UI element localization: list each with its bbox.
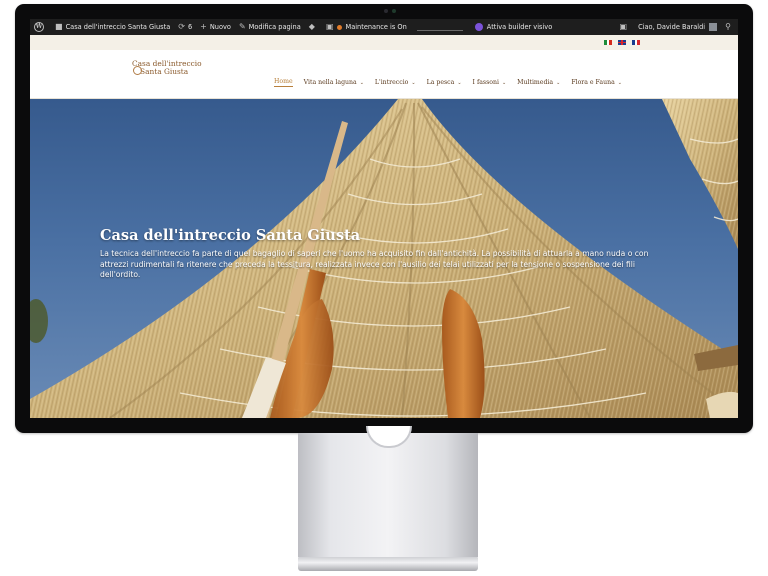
nav-item-la-pesca[interactable]: La pesca ⌄ (427, 78, 462, 87)
adminbar-search-field[interactable] (416, 24, 463, 31)
nav-label: Multimedia (517, 79, 554, 86)
dashboard-icon: ■ (55, 22, 63, 31)
monitor-stand-neck (298, 433, 478, 557)
plugin-menu[interactable]: ▣ Maintenance is On (322, 19, 411, 35)
hero-section: Casa dell'intreccio Santa Giusta La tecn… (30, 99, 738, 418)
nav-label: Vita nella laguna (303, 79, 357, 86)
divi-icon (474, 23, 483, 31)
french-flag-icon[interactable] (632, 40, 641, 45)
chevron-down-icon: ⌄ (501, 79, 507, 86)
hero-description: La tecnica dell'intreccio fa parte di qu… (100, 249, 649, 279)
user-greeting: Ciao, Davide Baraldi (638, 23, 706, 31)
english-flag-icon[interactable] (618, 40, 626, 45)
edit-page-link[interactable]: ✎ Modifica pagina (235, 19, 305, 35)
search-icon: ⚲ (725, 22, 731, 31)
avatar (709, 23, 718, 31)
chevron-down-icon: ⌄ (359, 79, 364, 86)
nav-item-flora-e-fauna[interactable]: Flora e Fauna ⌄ (571, 78, 622, 87)
hero-title: Casa dell'intreccio Santa Giusta (100, 227, 361, 244)
chevron-down-icon: ⌄ (411, 79, 416, 86)
wp-admin-bar: W ■ Casa dell'intreccio Santa Giusta ⟳ 6… (30, 19, 738, 35)
nav-label: La pesca (426, 79, 455, 86)
camera-led (392, 9, 396, 13)
edit-page-label: Modifica pagina (248, 23, 301, 31)
nav-item-multimedia[interactable]: Multimedia ⌄ (517, 78, 560, 87)
plus-icon: + (200, 22, 207, 31)
nav-item-fassoni[interactable]: I fassoni ⌄ (473, 78, 507, 87)
user-menu[interactable]: Ciao, Davide Baraldi (634, 19, 721, 35)
monitor-stand-base (298, 557, 478, 571)
nav-label: Flora e Fauna (571, 79, 615, 86)
site-logo[interactable]: Casa dell'intreccio Santa Giusta (132, 60, 204, 76)
new-label: Nuovo (209, 23, 231, 31)
logo-line-2: Santa Giusta (140, 67, 189, 76)
logo-mark-icon (133, 66, 142, 75)
nav-label: I fassoni (472, 79, 499, 86)
monitor-icon: ▣ (619, 22, 628, 31)
updates-count: 6 (187, 23, 193, 31)
new-content-menu[interactable]: + Nuovo (196, 19, 235, 35)
nav-label: L'intreccio (374, 79, 409, 86)
italian-flag-icon[interactable] (604, 40, 613, 45)
pencil-icon: ✎ (238, 22, 246, 31)
maintenance-label: Maintenance is On (345, 23, 407, 31)
site-header: Casa dell'intreccio Santa Giusta Home Vi… (30, 50, 738, 99)
builder-label: Attiva builder visivo (486, 23, 553, 31)
screen: W ■ Casa dell'intreccio Santa Giusta ⟳ 6… (30, 19, 738, 418)
language-switcher (30, 35, 738, 50)
diamond-icon: ◆ (308, 22, 315, 31)
visual-builder-link[interactable]: Attiva builder visivo (471, 19, 556, 35)
nav-label: Home (274, 78, 293, 85)
maintenance-status-dot (336, 24, 342, 30)
wordpress-icon: W (34, 22, 44, 32)
main-navigation: Home Vita nella laguna ⌄ L'intreccio ⌄ L… (274, 78, 622, 87)
nav-item-vita-nella-laguna[interactable]: Vita nella laguna ⌄ (304, 78, 364, 87)
chevron-down-icon: ⌄ (457, 79, 462, 86)
wp-logo-menu[interactable]: W (30, 19, 51, 35)
chevron-down-icon: ⌄ (617, 79, 622, 86)
updates-icon: ⟳ (178, 22, 185, 31)
diamond-menu[interactable]: ◆ (305, 19, 322, 35)
adminbar-search-button[interactable]: ⚲ (721, 19, 738, 35)
monitor-mockup: W ■ Casa dell'intreccio Santa Giusta ⟳ 6… (0, 0, 768, 576)
screen-options-menu[interactable]: ▣ (616, 19, 635, 35)
shield-icon: ▣ (325, 22, 334, 31)
site-name-menu[interactable]: ■ Casa dell'intreccio Santa Giusta (51, 19, 174, 35)
updates-menu[interactable]: ⟳ 6 (174, 19, 196, 35)
nav-item-intreccio[interactable]: L'intreccio ⌄ (375, 78, 416, 87)
chevron-down-icon: ⌄ (556, 79, 561, 86)
site-name: Casa dell'intreccio Santa Giusta (65, 23, 171, 31)
nav-item-home[interactable]: Home (274, 78, 293, 87)
camera-dot (384, 9, 388, 13)
